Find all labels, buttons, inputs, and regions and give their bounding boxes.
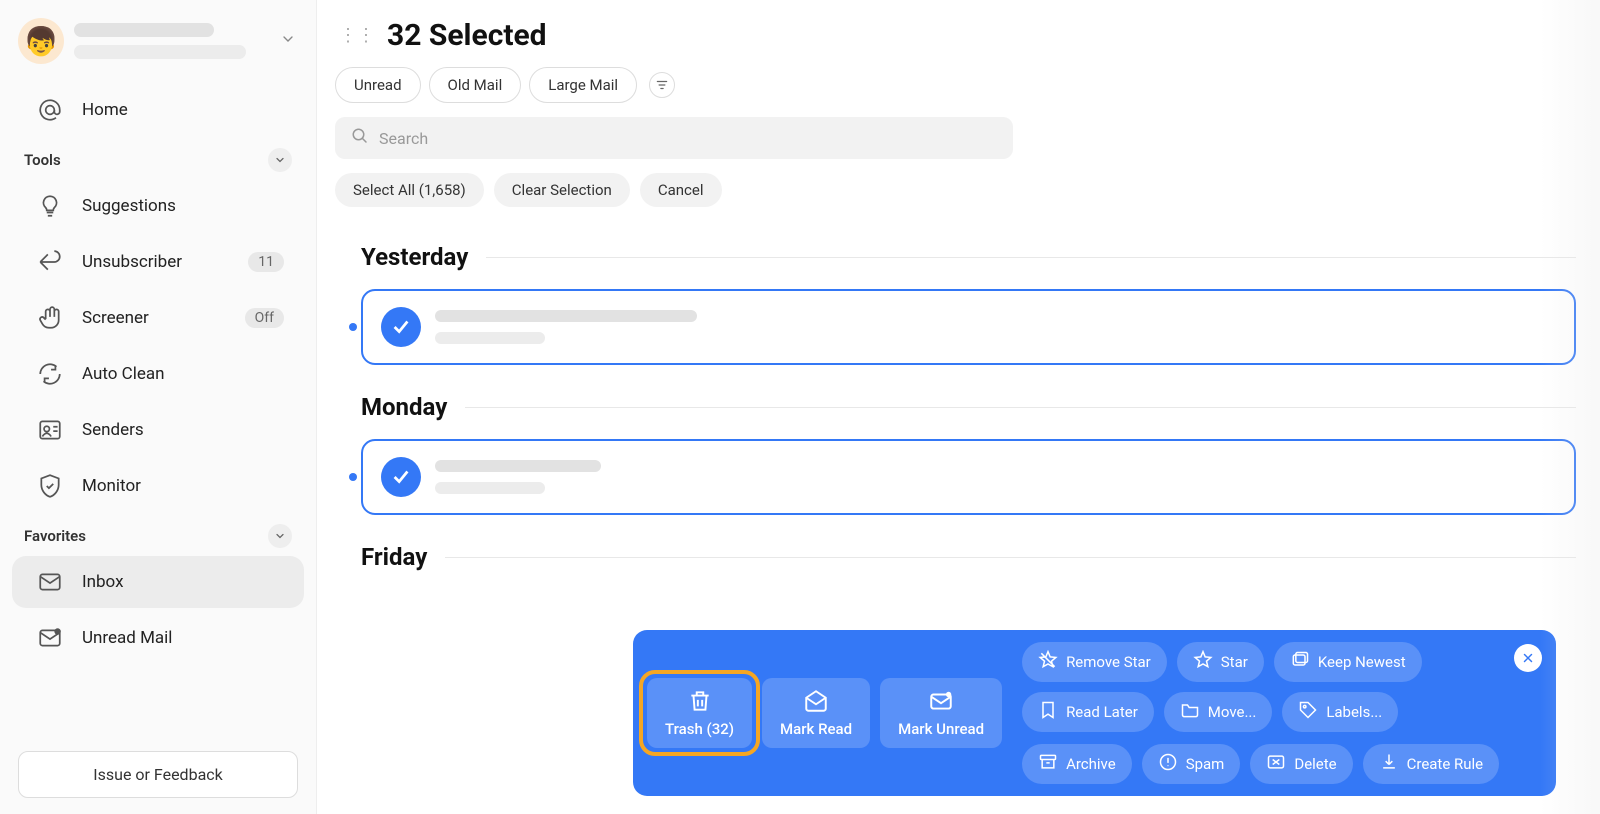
bulk-action-bar: Trash (32) Mark Read Mark Unread Remove … (633, 630, 1556, 796)
profile-info (74, 23, 264, 59)
unread-dot-icon (349, 323, 357, 331)
unsubscriber-count-badge: 11 (248, 252, 284, 272)
hand-icon (36, 304, 64, 332)
create-rule-button[interactable]: Create Rule (1363, 744, 1500, 784)
read-later-button[interactable]: Read Later (1022, 692, 1154, 732)
shield-icon (36, 472, 64, 500)
rule-icon (1379, 752, 1399, 776)
day-header-monday: Monday (361, 393, 1576, 421)
archive-button[interactable]: Archive (1022, 744, 1132, 784)
mark-unread-button[interactable]: Mark Unread (880, 678, 1002, 748)
at-icon (36, 96, 64, 124)
auto-clean-icon (36, 360, 64, 388)
selected-check-icon[interactable] (381, 307, 421, 347)
screener-status-badge: Off (245, 308, 284, 328)
filter-settings-icon[interactable] (649, 72, 675, 98)
unread-dot-icon (349, 473, 357, 481)
senders-icon (36, 416, 64, 444)
trash-button[interactable]: Trash (32) (647, 678, 752, 748)
section-header-favorites[interactable]: Favorites (0, 514, 316, 554)
sidebar-item-suggestions[interactable]: Suggestions (12, 180, 304, 232)
bookmark-icon (1038, 700, 1058, 724)
tag-icon (1298, 700, 1318, 724)
mail-preview (435, 460, 1556, 494)
sidebar-item-senders[interactable]: Senders (12, 404, 304, 456)
mail-item[interactable] (361, 289, 1576, 365)
unread-mail-icon (36, 624, 64, 652)
search-box[interactable] (335, 117, 1013, 159)
folder-icon (1180, 700, 1200, 724)
star-button[interactable]: Star (1177, 642, 1264, 682)
lightbulb-icon (36, 192, 64, 220)
day-header-yesterday: Yesterday (361, 243, 1576, 271)
profile-header[interactable]: 👦 (0, 12, 316, 82)
filter-unread[interactable]: Unread (335, 67, 421, 103)
keep-newest-icon (1290, 650, 1310, 674)
move-button[interactable]: Move... (1164, 692, 1273, 732)
trash-icon (687, 688, 713, 714)
clear-selection-button[interactable]: Clear Selection (494, 173, 630, 207)
search-icon (351, 127, 369, 149)
sidebar-item-unsubscriber[interactable]: Unsubscriber 11 (12, 236, 304, 288)
remove-star-button[interactable]: Remove Star (1022, 642, 1167, 682)
search-input[interactable] (379, 129, 997, 148)
cancel-button[interactable]: Cancel (640, 173, 722, 207)
chevron-down-icon[interactable] (268, 524, 292, 548)
section-header-tools[interactable]: Tools (0, 138, 316, 178)
day-header-friday: Friday (361, 543, 1576, 571)
filter-row: Unread Old Mail Large Mail (335, 67, 1576, 103)
chevron-down-icon[interactable] (274, 25, 302, 57)
mail-item[interactable] (361, 439, 1576, 515)
sidebar-item-monitor[interactable]: Monitor (12, 460, 304, 512)
avatar: 👦 (18, 18, 64, 64)
main-header: ⋮⋮ 32 Selected Unread Old Mail Large Mai… (317, 0, 1600, 215)
sidebar-item-auto-clean[interactable]: Auto Clean (12, 348, 304, 400)
chevron-down-icon[interactable] (268, 148, 292, 172)
main-panel: ⋮⋮ 32 Selected Unread Old Mail Large Mai… (316, 0, 1600, 814)
star-icon (1193, 650, 1213, 674)
delete-icon (1266, 752, 1286, 776)
sidebar-item-unread-mail[interactable]: Unread Mail (12, 612, 304, 664)
filter-large-mail[interactable]: Large Mail (529, 67, 637, 103)
sidebar-item-screener[interactable]: Screener Off (12, 292, 304, 344)
sidebar: 👦 Home Tools Suggestions Unsubscriber 11 (0, 0, 316, 814)
mail-open-icon (803, 688, 829, 714)
mail-preview (435, 310, 1556, 344)
delete-button[interactable]: Delete (1250, 744, 1352, 784)
unsubscribe-icon (36, 248, 64, 276)
close-action-bar-button[interactable] (1514, 644, 1542, 672)
sidebar-item-inbox[interactable]: Inbox (12, 556, 304, 608)
spam-icon (1158, 752, 1178, 776)
mark-read-button[interactable]: Mark Read (762, 678, 870, 748)
star-off-icon (1038, 650, 1058, 674)
inbox-icon (36, 568, 64, 596)
filter-old-mail[interactable]: Old Mail (429, 67, 522, 103)
keep-newest-button[interactable]: Keep Newest (1274, 642, 1422, 682)
drag-handle-icon[interactable]: ⋮⋮ (335, 25, 379, 46)
spam-button[interactable]: Spam (1142, 744, 1241, 784)
labels-button[interactable]: Labels... (1282, 692, 1398, 732)
selection-actions: Select All (1,658) Clear Selection Cance… (335, 173, 1576, 207)
feedback-button[interactable]: Issue or Feedback (18, 751, 298, 798)
selected-title: 32 Selected (387, 18, 547, 53)
mail-closed-icon (928, 688, 954, 714)
sidebar-item-label: Home (82, 100, 284, 120)
selected-check-icon[interactable] (381, 457, 421, 497)
select-all-button[interactable]: Select All (1,658) (335, 173, 484, 207)
archive-icon (1038, 752, 1058, 776)
sidebar-item-home[interactable]: Home (12, 84, 304, 136)
